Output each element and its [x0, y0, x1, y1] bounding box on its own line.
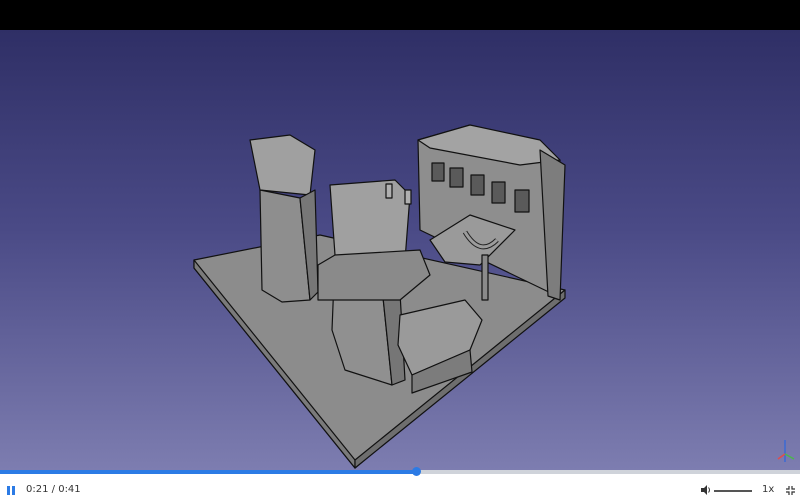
left-seat	[249, 134, 316, 196]
progress-bar[interactable]	[0, 467, 800, 476]
volume-slider[interactable]	[714, 490, 752, 492]
exit-fullscreen-icon[interactable]	[785, 485, 796, 496]
axis-cross-icon	[777, 440, 795, 462]
right-seat	[329, 179, 411, 261]
pause-icon[interactable]	[7, 486, 15, 495]
progress-handle[interactable]	[412, 467, 421, 476]
3d-viewport[interactable]	[0, 30, 800, 470]
duration: 0:41	[58, 484, 81, 495]
time-display: 0:21 / 0:41	[26, 484, 81, 495]
video-controls: 0:21 / 0:41 1x	[0, 467, 800, 500]
cad-model	[193, 124, 566, 469]
top-letterbox-bar	[0, 0, 800, 30]
time-separator: /	[48, 484, 59, 495]
playback-speed-button[interactable]: 1x	[762, 484, 774, 495]
current-time: 0:21	[26, 484, 49, 495]
volume-icon[interactable]	[700, 484, 712, 496]
progress-fill	[0, 470, 416, 474]
